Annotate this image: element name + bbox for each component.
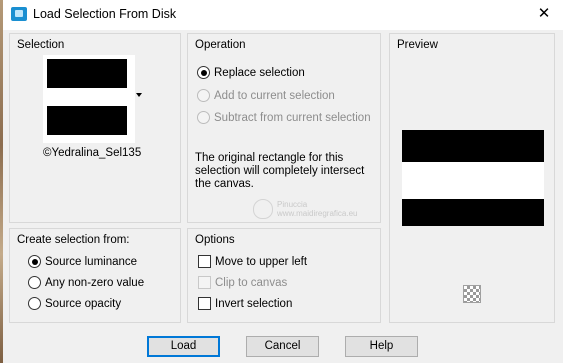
background-window-edge (0, 0, 3, 363)
options-group-label: Options (195, 234, 235, 246)
subtract-from-selection-radio[interactable]: Subtract from current selection (197, 111, 371, 124)
radio-disabled-icon[interactable] (197, 89, 210, 102)
selection-thumbnail-dropdown[interactable] (43, 55, 135, 143)
operation-group-label: Operation (195, 39, 246, 51)
transparency-checker-icon[interactable] (463, 285, 481, 303)
create-from-group: Create selection from: Source luminance … (9, 228, 181, 323)
watermark-text: Pinuccia www.maidiregrafica.eu (245, 200, 357, 218)
chevron-down-icon[interactable] (136, 93, 142, 97)
radio-unchecked-icon[interactable] (28, 297, 41, 310)
radio-disabled-icon[interactable] (197, 111, 210, 124)
preview-bottom-band (402, 199, 544, 226)
any-non-zero-label: Any non-zero value (45, 276, 145, 289)
radio-unchecked-icon[interactable] (28, 276, 41, 289)
operation-description: The original rectangle for this selectio… (195, 152, 365, 190)
watermark-line1: Pinuccia (277, 200, 308, 209)
selection-group-label: Selection (17, 39, 65, 51)
selection-group: Selection ©Yedralina_Sel135 (9, 33, 181, 223)
subtract-from-selection-label: Subtract from current selection (214, 111, 371, 124)
invert-selection-label: Invert selection (215, 297, 293, 310)
help-button[interactable]: Help (345, 336, 418, 357)
options-group: Options Move to upper left Clip to canva… (187, 228, 381, 323)
radio-checked-icon[interactable] (28, 255, 41, 268)
move-to-upper-left-label: Move to upper left (215, 255, 308, 268)
thumbnail-bottom-band (47, 106, 127, 135)
source-luminance-radio[interactable]: Source luminance (28, 255, 137, 268)
checkbox-icon[interactable] (198, 255, 211, 268)
radio-checked-icon[interactable] (197, 66, 210, 79)
clip-to-canvas-checkbox[interactable]: Clip to canvas (198, 276, 287, 289)
checkbox-icon[interactable] (198, 297, 211, 310)
source-luminance-label: Source luminance (45, 255, 138, 268)
source-opacity-radio[interactable]: Source opacity (28, 297, 121, 310)
replace-selection-label: Replace selection (214, 66, 305, 79)
close-button[interactable]: ✕ (531, 3, 557, 25)
preview-image (402, 130, 544, 226)
source-opacity-label: Source opacity (45, 297, 122, 310)
create-from-group-label: Create selection from: (17, 234, 130, 246)
replace-selection-radio[interactable]: Replace selection (197, 66, 305, 79)
preview-group-label: Preview (397, 39, 438, 51)
invert-selection-checkbox[interactable]: Invert selection (198, 297, 292, 310)
preview-top-band (402, 130, 544, 162)
watermark-line2: www.maidiregrafica.eu (277, 209, 358, 218)
clip-to-canvas-label: Clip to canvas (215, 276, 288, 289)
cancel-button[interactable]: Cancel (246, 336, 319, 357)
operation-group: Operation Replace selection Add to curre… (187, 33, 381, 223)
load-button[interactable]: Load (147, 336, 220, 357)
window-title: Load Selection From Disk (33, 7, 177, 21)
selection-file-name: ©Yedralina_Sel135 (43, 147, 142, 159)
add-to-selection-radio[interactable]: Add to current selection (197, 89, 335, 102)
move-to-upper-left-checkbox[interactable]: Move to upper left (198, 255, 307, 268)
title-bar: Load Selection From Disk ✕ (3, 0, 563, 30)
checkbox-disabled-icon[interactable] (198, 276, 211, 289)
thumbnail-top-band (47, 59, 127, 88)
preview-group: Preview (389, 33, 555, 323)
selection-dialog-icon (11, 7, 27, 21)
any-non-zero-radio[interactable]: Any non-zero value (28, 276, 144, 289)
add-to-selection-label: Add to current selection (214, 89, 335, 102)
